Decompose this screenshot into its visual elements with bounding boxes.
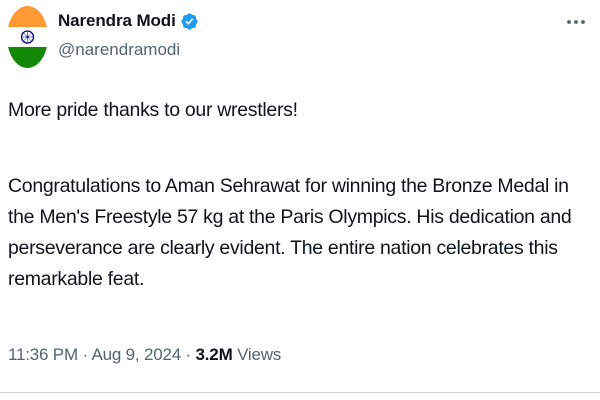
post-date[interactable]: Aug 9, 2024 <box>92 345 182 364</box>
tweet-card: Narendra Modi @narendramodi More pride t… <box>0 0 600 400</box>
more-options-icon[interactable] <box>564 12 588 32</box>
post-text-line-1: More pride thanks to our wrestlers! <box>8 99 298 121</box>
post-metadata: 11:36 PM · Aug 9, 2024 · 3.2M Views <box>8 345 281 365</box>
divider <box>0 392 600 393</box>
author-display-name[interactable]: Narendra Modi <box>58 11 176 31</box>
views-label: Views <box>237 345 282 364</box>
author-handle[interactable]: @narendramodi <box>58 40 180 60</box>
views-count: 3.2M <box>195 345 233 364</box>
meta-separator: · <box>185 345 192 364</box>
india-flag-avatar-icon <box>7 6 48 68</box>
verified-badge-icon[interactable] <box>180 12 199 31</box>
meta-separator: · <box>82 345 88 364</box>
post-text-paragraph-2: Congratulations to Aman Sehrawat for win… <box>8 175 572 290</box>
post-time[interactable]: 11:36 PM <box>8 345 78 364</box>
author-name-row: Narendra Modi <box>58 10 199 32</box>
avatar[interactable] <box>7 6 48 68</box>
